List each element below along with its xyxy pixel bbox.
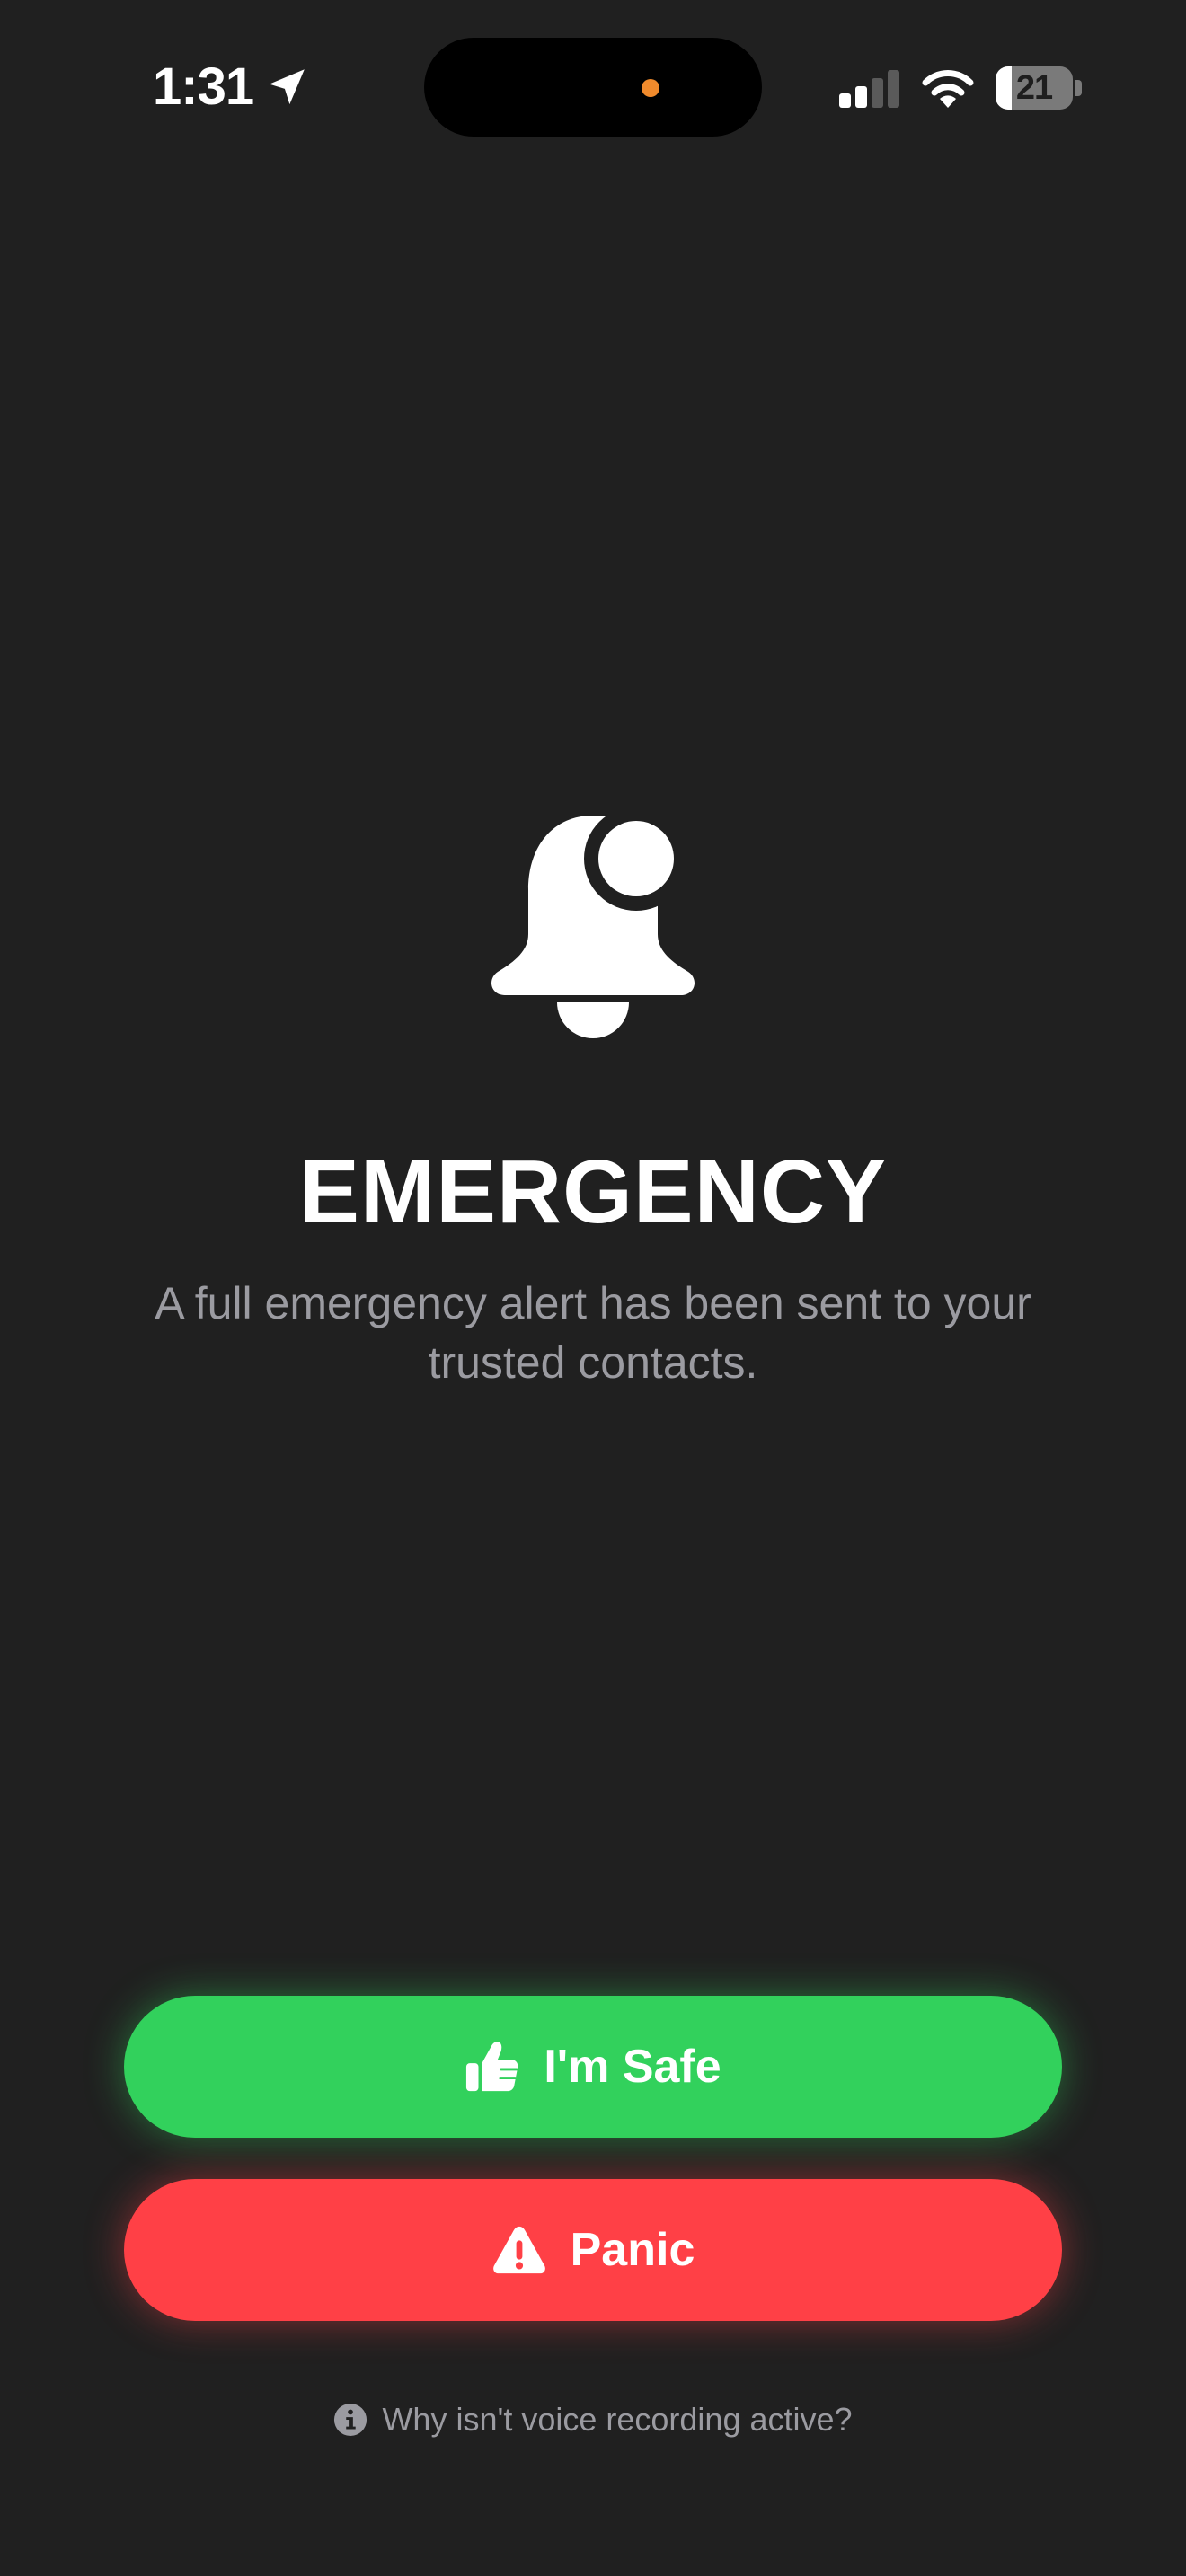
thumbs-up-icon [466,2042,518,2092]
battery-tip [1075,80,1082,96]
dynamic-island [424,38,762,137]
battery-body: 21 [996,66,1074,110]
privacy-indicator-dot [642,79,659,97]
panic-button[interactable]: Panic [124,2179,1062,2321]
battery-icon: 21 [996,66,1082,110]
im-safe-button[interactable]: I'm Safe [124,1996,1062,2138]
status-time-group: 1:31 [153,56,309,119]
voice-recording-info-label: Why isn't voice recording active? [382,2401,853,2438]
info-icon [334,2403,367,2437]
battery-level: 21 [1015,69,1053,107]
location-arrow-icon [269,69,305,105]
cellular-signal-icon [839,70,899,108]
alert-message: A full emergency alert has been sent to … [155,1278,1031,1388]
voice-recording-info-link[interactable]: Why isn't voice recording active? [0,2393,1186,2447]
im-safe-label: I'm Safe [544,2041,721,2093]
panic-label: Panic [570,2224,695,2276]
status-indicators: 21 [839,61,1082,115]
wifi-icon [922,70,974,108]
emergency-screen: 1:31 21 EMERGENCY A full emergency alert… [0,0,1186,2576]
status-bar: 1:31 21 [0,0,1186,180]
bell-badge-icon [491,816,695,1038]
warning-triangle-icon [492,2226,545,2274]
alert-title: EMERGENCY [299,1142,887,1242]
status-time: 1:31 [153,57,254,116]
